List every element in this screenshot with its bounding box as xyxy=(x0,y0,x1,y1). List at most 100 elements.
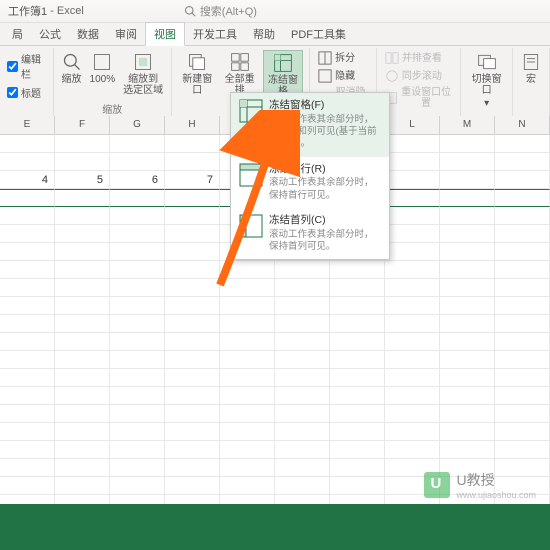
cell[interactable] xyxy=(275,315,330,333)
cell[interactable] xyxy=(165,225,220,243)
cell[interactable] xyxy=(0,441,55,459)
cell[interactable] xyxy=(220,333,275,351)
cell[interactable] xyxy=(495,423,550,441)
table-row[interactable] xyxy=(0,279,550,297)
cell[interactable] xyxy=(0,297,55,315)
tab-layout[interactable]: 局 xyxy=(4,23,31,45)
dropdown-freeze-panes[interactable]: 冻结窗格(F)滚动工作表其余部分时，保持行和列可见(基于当前的选择)。 xyxy=(231,93,389,157)
cell[interactable] xyxy=(385,333,440,351)
cell[interactable] xyxy=(495,153,550,171)
chk-headings[interactable]: 标题 xyxy=(6,84,42,101)
cell[interactable] xyxy=(0,369,55,387)
cell[interactable] xyxy=(220,405,275,423)
table-row[interactable] xyxy=(0,297,550,315)
btn-arrange-all[interactable]: 全部重排 xyxy=(220,50,258,98)
cell[interactable] xyxy=(0,351,55,369)
search-box[interactable]: 搜索(Alt+Q) xyxy=(184,3,257,19)
cell[interactable] xyxy=(55,441,110,459)
cell[interactable] xyxy=(385,225,440,243)
cell[interactable]: 6 xyxy=(110,171,165,189)
cell[interactable] xyxy=(330,477,385,495)
cell[interactable] xyxy=(220,351,275,369)
cell[interactable] xyxy=(495,261,550,279)
cell[interactable] xyxy=(0,315,55,333)
btn-switch-window[interactable]: 切换窗口▾ xyxy=(467,50,506,111)
cell[interactable] xyxy=(330,459,385,477)
cell[interactable] xyxy=(110,243,165,261)
cell[interactable] xyxy=(440,351,495,369)
cell[interactable] xyxy=(495,225,550,243)
btn-100[interactable]: 100% xyxy=(88,50,118,87)
cell[interactable] xyxy=(385,315,440,333)
cell[interactable] xyxy=(275,459,330,477)
cell[interactable] xyxy=(220,279,275,297)
cell[interactable] xyxy=(220,261,275,279)
cell[interactable] xyxy=(55,261,110,279)
cell[interactable] xyxy=(495,243,550,261)
cell[interactable] xyxy=(55,477,110,495)
cell[interactable] xyxy=(0,495,55,504)
cell[interactable] xyxy=(275,261,330,279)
cell[interactable] xyxy=(495,405,550,423)
btn-zoom-selection[interactable]: 缩放到 选定区域 xyxy=(121,50,165,98)
cell[interactable] xyxy=(165,189,220,207)
cell[interactable] xyxy=(110,423,165,441)
cell[interactable] xyxy=(220,459,275,477)
chk-formula-bar[interactable]: 编辑栏 xyxy=(6,50,47,82)
tab-help[interactable]: 帮助 xyxy=(245,23,283,45)
cell[interactable] xyxy=(165,135,220,153)
cell[interactable] xyxy=(275,441,330,459)
dropdown-freeze-top-row[interactable]: 冻结首行(R)滚动工作表其余部分时，保持首行可见。 xyxy=(231,157,389,208)
cell[interactable] xyxy=(55,459,110,477)
cell[interactable] xyxy=(385,243,440,261)
cell[interactable] xyxy=(495,351,550,369)
cell[interactable] xyxy=(55,189,110,207)
col-H[interactable]: H xyxy=(165,116,220,134)
cell[interactable] xyxy=(220,441,275,459)
cell[interactable] xyxy=(385,261,440,279)
cell[interactable] xyxy=(110,279,165,297)
cell[interactable] xyxy=(275,405,330,423)
cell[interactable] xyxy=(220,315,275,333)
cell[interactable] xyxy=(275,423,330,441)
cell[interactable] xyxy=(55,207,110,225)
cell[interactable] xyxy=(440,153,495,171)
cell[interactable] xyxy=(385,405,440,423)
cell[interactable] xyxy=(110,477,165,495)
btn-zoom[interactable]: 缩放 xyxy=(60,50,84,87)
cell[interactable] xyxy=(220,369,275,387)
cell[interactable] xyxy=(385,369,440,387)
cell[interactable] xyxy=(385,279,440,297)
cell[interactable] xyxy=(330,369,385,387)
cell[interactable] xyxy=(495,441,550,459)
cell[interactable] xyxy=(0,459,55,477)
cell[interactable] xyxy=(110,369,165,387)
cell[interactable] xyxy=(495,369,550,387)
cell[interactable] xyxy=(330,423,385,441)
cell[interactable] xyxy=(495,387,550,405)
cell[interactable] xyxy=(55,387,110,405)
cell[interactable] xyxy=(165,387,220,405)
cell[interactable] xyxy=(440,171,495,189)
cell[interactable] xyxy=(55,297,110,315)
col-E[interactable]: E xyxy=(0,116,55,134)
cell[interactable] xyxy=(110,351,165,369)
cell[interactable] xyxy=(0,189,55,207)
table-row[interactable] xyxy=(0,315,550,333)
cell[interactable] xyxy=(55,279,110,297)
cell[interactable] xyxy=(110,135,165,153)
cell[interactable] xyxy=(110,297,165,315)
table-row[interactable] xyxy=(0,387,550,405)
cell[interactable] xyxy=(330,495,385,504)
cell[interactable] xyxy=(385,135,440,153)
cell[interactable]: 5 xyxy=(55,171,110,189)
cell[interactable] xyxy=(55,351,110,369)
cell[interactable] xyxy=(55,243,110,261)
cell[interactable] xyxy=(330,333,385,351)
cell[interactable] xyxy=(440,135,495,153)
cell[interactable] xyxy=(0,207,55,225)
cell[interactable] xyxy=(110,189,165,207)
cell[interactable] xyxy=(165,333,220,351)
cell[interactable] xyxy=(165,441,220,459)
btn-new-window[interactable]: 新建窗口 xyxy=(178,50,216,98)
